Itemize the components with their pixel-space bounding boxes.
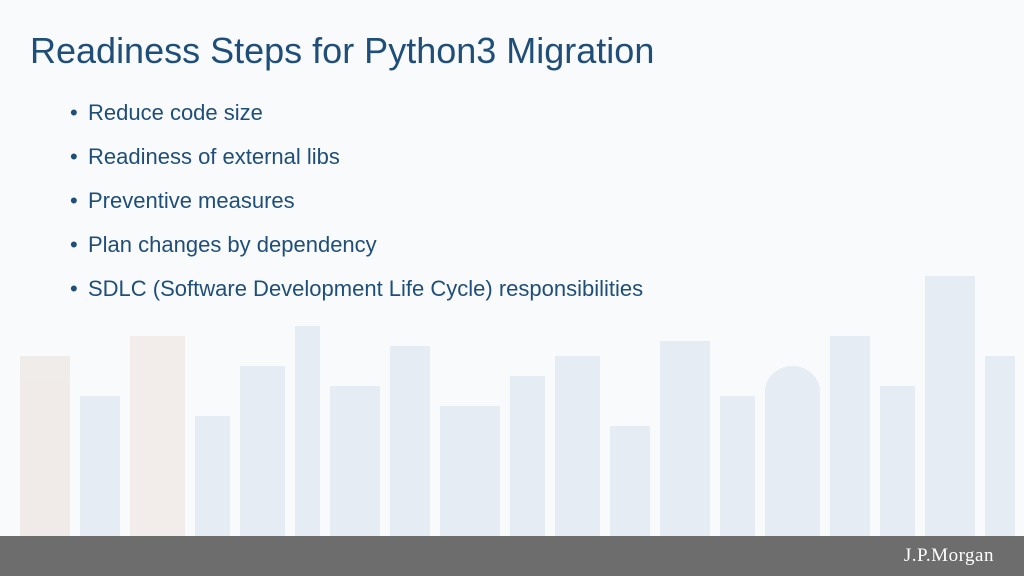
bullet-item: Reduce code size — [70, 100, 994, 126]
brand-logo: J.P.Morgan — [904, 545, 994, 567]
footer-bar: J.P.Morgan — [0, 536, 1024, 576]
slide-content: Readiness Steps for Python3 Migration Re… — [0, 0, 1024, 302]
slide-title: Readiness Steps for Python3 Migration — [30, 30, 994, 72]
bullet-item: Preventive measures — [70, 188, 994, 214]
bullet-item: Plan changes by dependency — [70, 232, 994, 258]
bullet-item: Readiness of external libs — [70, 144, 994, 170]
bullet-item: SDLC (Software Development Life Cycle) r… — [70, 276, 994, 302]
bullet-list: Reduce code size Readiness of external l… — [30, 100, 994, 302]
